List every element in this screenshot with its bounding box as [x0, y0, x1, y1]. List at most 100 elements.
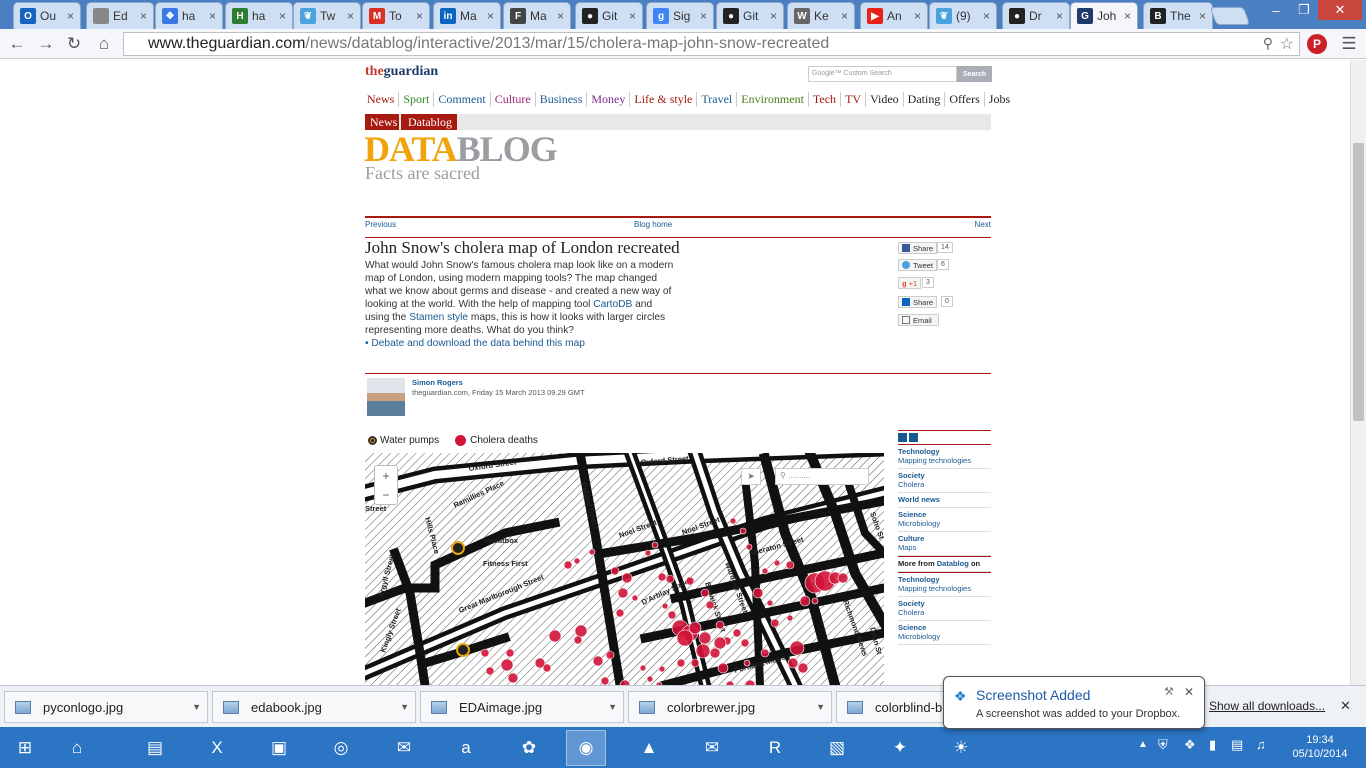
close-tab-icon[interactable]: × — [487, 9, 494, 23]
r-icon[interactable]: R — [755, 730, 795, 766]
cholera-death-marker[interactable] — [651, 541, 659, 549]
keyword-heading[interactable]: Technology — [898, 447, 991, 456]
back-icon[interactable]: ← — [6, 33, 28, 55]
tab-16[interactable]: G Joh × — [1070, 2, 1138, 29]
download-item[interactable]: pyconlogo.jpg ▼ — [4, 691, 208, 723]
tab-10[interactable]: g Sig × — [646, 2, 714, 29]
cholera-death-marker[interactable] — [785, 560, 795, 570]
cholera-death-marker[interactable] — [739, 527, 747, 535]
cholera-death-marker[interactable] — [705, 600, 715, 610]
cholera-death-marker[interactable] — [480, 648, 490, 658]
keyword-heading[interactable]: World news — [898, 495, 991, 504]
tray-arrow-icon[interactable]: ▲ — [1138, 739, 1148, 750]
cartodb-link[interactable]: CartoDB — [593, 299, 632, 310]
cholera-death-marker[interactable] — [685, 576, 695, 586]
cholera-death-marker[interactable] — [573, 635, 583, 645]
cholera-death-marker[interactable] — [709, 647, 721, 659]
keyword-heading[interactable]: Culture — [898, 534, 991, 543]
zoom-out-button[interactable]: − — [382, 488, 389, 502]
cholera-death-marker[interactable] — [665, 574, 675, 584]
facebook-share-button[interactable]: Share — [898, 242, 938, 254]
cholera-death-marker[interactable] — [676, 658, 686, 668]
tab-14[interactable]: ❦ (9) × — [929, 2, 997, 29]
breadcrumb-datablog[interactable]: Datablog — [401, 114, 457, 130]
cholera-death-marker[interactable] — [548, 629, 562, 643]
cholera-death-marker[interactable] — [574, 624, 588, 638]
cholera-death-marker[interactable] — [770, 618, 780, 628]
nav-item-tech[interactable]: Tech — [807, 92, 840, 107]
tab-3[interactable]: ❖ ha × — [155, 2, 223, 29]
signal-icon[interactable]: ▤ — [1231, 737, 1243, 753]
download-menu-icon[interactable]: ▼ — [608, 702, 617, 712]
minimize-icon[interactable]: – — [1262, 0, 1290, 20]
nav-item-money[interactable]: Money — [586, 92, 629, 107]
scrollbar[interactable] — [1350, 60, 1366, 685]
volume-icon[interactable]: ♫ — [1256, 737, 1266, 752]
keyword-heading[interactable]: Society — [898, 471, 991, 480]
keyword-heading[interactable]: Society — [898, 599, 991, 608]
close-tab-icon[interactable]: × — [629, 9, 636, 23]
close-tab-icon[interactable]: × — [914, 9, 921, 23]
download-item[interactable]: colorblind-bl — [836, 691, 946, 723]
keyword-heading[interactable]: Science — [898, 623, 991, 632]
map-canvas[interactable]: Oxford StreetOxford StreetOxford StreetP… — [365, 453, 884, 685]
new-tab-button[interactable] — [1209, 7, 1251, 25]
datablog-logo[interactable]: DATABLOG — [364, 131, 558, 167]
nav-item-comment[interactable]: Comment — [433, 92, 489, 107]
cholera-death-marker[interactable] — [690, 658, 700, 668]
cholera-death-marker[interactable] — [698, 631, 712, 645]
download-menu-icon[interactable]: ▼ — [192, 702, 201, 712]
cholera-death-marker[interactable] — [505, 648, 515, 658]
close-tab-icon[interactable]: × — [140, 9, 147, 23]
cholera-death-marker[interactable] — [760, 648, 770, 658]
download-item[interactable]: edabook.jpg ▼ — [212, 691, 416, 723]
datablog-link[interactable]: Datablog — [937, 559, 969, 568]
cholera-death-marker[interactable] — [592, 655, 604, 667]
mail-icon[interactable]: ✉ — [692, 730, 732, 766]
file-explorer-icon[interactable]: ▤ — [135, 730, 175, 766]
forward-icon[interactable]: → — [35, 33, 57, 55]
keyword-link[interactable]: Mapping technologies — [898, 456, 991, 465]
email-button[interactable]: Email — [898, 314, 939, 326]
nav-item-environment[interactable]: Environment — [736, 92, 808, 107]
cholera-death-marker[interactable] — [811, 597, 819, 605]
download-item[interactable]: EDAimage.jpg ▼ — [420, 691, 624, 723]
dial-icon[interactable]: ◎ — [321, 730, 361, 766]
tab-15[interactable]: ● Dr × — [1002, 2, 1070, 29]
battery-icon[interactable]: ▮ — [1209, 737, 1216, 753]
cholera-death-marker[interactable] — [605, 650, 615, 660]
keyword-heading[interactable]: Technology — [898, 575, 991, 584]
tweet-button[interactable]: Tweet — [898, 259, 938, 271]
dropbox-icon[interactable]: ❖ — [1184, 737, 1196, 753]
cholera-death-marker[interactable] — [621, 572, 633, 584]
breadcrumb-news[interactable]: News — [365, 114, 399, 130]
tab-1[interactable]: O Ou × — [13, 2, 81, 29]
keyword-link[interactable]: Maps — [898, 543, 991, 552]
cholera-map[interactable]: Oxford StreetOxford StreetOxford StreetP… — [365, 453, 884, 685]
map-search-input[interactable]: ⚲ .......... — [775, 468, 869, 485]
site-search-input[interactable]: Google™ Custom Search — [808, 66, 957, 82]
close-notification-icon[interactable]: ✕ — [1184, 685, 1194, 699]
nav-item-travel[interactable]: Travel — [696, 92, 736, 107]
cholera-death-marker[interactable] — [507, 672, 519, 684]
download-menu-icon[interactable]: ▼ — [816, 702, 825, 712]
cholera-death-marker[interactable] — [563, 560, 573, 570]
linkedin-share-button[interactable]: Share — [898, 296, 938, 308]
water-pump-marker[interactable] — [451, 541, 465, 555]
cholera-death-marker[interactable] — [799, 595, 811, 607]
tab-7[interactable]: in Ma × — [433, 2, 501, 29]
cholera-death-marker[interactable] — [644, 549, 652, 557]
scroll-thumb[interactable] — [1353, 143, 1364, 421]
tab-8[interactable]: F Ma × — [503, 2, 571, 29]
remote-desktop-icon[interactable]: ▣ — [259, 730, 299, 766]
tab-5[interactable]: ❦ Tw × — [293, 2, 361, 29]
cholera-death-marker[interactable] — [732, 628, 742, 638]
chrome-icon[interactable]: ◉ — [566, 730, 606, 766]
keyword-link[interactable]: Cholera — [898, 608, 991, 617]
cholera-death-marker[interactable] — [761, 567, 769, 575]
keyword-link[interactable]: Microbiology — [898, 632, 991, 641]
cholera-death-marker[interactable] — [639, 664, 647, 672]
share-icon[interactable] — [898, 433, 907, 442]
nav-item-sport[interactable]: Sport — [398, 92, 433, 107]
close-window-icon[interactable]: ✕ — [1318, 0, 1362, 20]
